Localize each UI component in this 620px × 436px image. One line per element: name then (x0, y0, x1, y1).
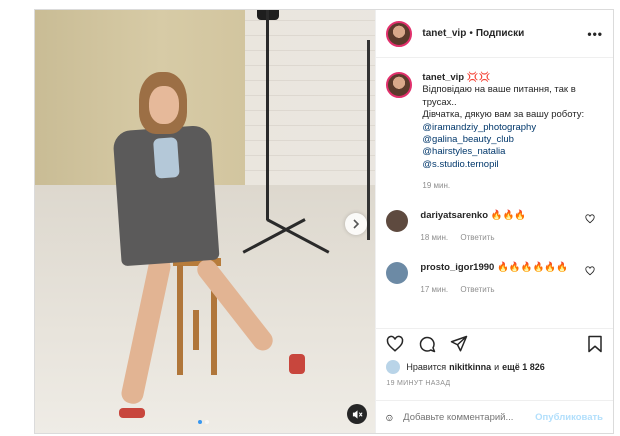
caption-username[interactable]: tanet_vip (422, 72, 464, 83)
post-sidebar: tanet_vip • Подписки ••• tanet_vip 💢💢 Ві… (375, 10, 613, 433)
liker-avatar[interactable] (386, 360, 401, 374)
comment-text: 🔥🔥🔥 (490, 210, 527, 222)
commenter-avatar[interactable] (386, 262, 409, 285)
caption-mention[interactable]: @galina_beauty_club (422, 134, 603, 146)
header-separator: • (469, 28, 473, 39)
sound-toggle-button[interactable] (347, 404, 367, 424)
stool-leg (177, 265, 183, 375)
carousel-dots (198, 420, 209, 424)
heart-icon[interactable] (386, 335, 404, 353)
action-bar (376, 328, 613, 358)
reply-button[interactable]: Ответить (460, 233, 494, 242)
comment-text: 🔥🔥🔥🔥🔥🔥 (496, 262, 568, 274)
photo-brick-wall (245, 10, 376, 185)
reply-button[interactable]: Ответить (460, 285, 494, 294)
model-shoe (289, 354, 305, 374)
share-icon[interactable] (450, 335, 468, 353)
comment-body: dariyatsarenko 🔥🔥🔥 18 мин. Ответить (420, 210, 526, 242)
likes-prefix: Нравится (406, 362, 447, 372)
caption-mention[interactable]: @s.studio.ternopil (422, 159, 603, 171)
carousel-dot (205, 420, 209, 424)
likes-summary: Нравится nikitkinna и ещё 1 826 (386, 360, 547, 374)
post-caption: tanet_vip 💢💢 Відповідаю на ваше питання,… (386, 72, 603, 171)
caption-avatar[interactable] (386, 72, 413, 98)
author-username[interactable]: tanet_vip (422, 28, 466, 39)
sound-off-icon (352, 409, 363, 419)
comment-meta: 18 мин. Ответить (420, 233, 526, 242)
comment-time: 17 мин. (420, 285, 449, 295)
commenter-username[interactable]: dariyatsarenko (420, 210, 488, 221)
caption-line: Відповідаю на ваше питання, так в трусах… (422, 84, 576, 108)
comment-time: 18 мин. (420, 233, 449, 243)
more-options-icon[interactable]: ••• (587, 27, 603, 41)
model-face (149, 86, 179, 124)
author-avatar[interactable] (386, 20, 413, 47)
light-stand-2 (367, 40, 370, 240)
emoji-icon[interactable] (386, 410, 393, 426)
light-stand (266, 10, 269, 220)
comment-item: dariyatsarenko 🔥🔥🔥 18 мин. Ответить (386, 210, 603, 242)
caption-mention[interactable]: @hairstyles_natalia (422, 146, 603, 158)
heart-icon[interactable] (585, 266, 595, 276)
comment-meta: 17 мин. Ответить (420, 285, 568, 294)
comment-input[interactable] (403, 412, 536, 423)
caption-mention[interactable]: @iramandziy_photography (422, 122, 603, 134)
chevron-right-icon (353, 219, 360, 229)
following-button[interactable]: Подписки (476, 28, 524, 39)
comment-body: prosto_igor1990 🔥🔥🔥🔥🔥🔥 17 мин. Ответить (420, 262, 568, 294)
comment-item: prosto_igor1990 🔥🔥🔥🔥🔥🔥 17 мин. Ответить (386, 262, 603, 294)
commenter-avatar[interactable] (386, 210, 409, 233)
caption-line: Дівчатка, дякую вам за вашу роботу: (422, 109, 585, 121)
post-header: tanet_vip • Подписки ••• (376, 10, 613, 58)
heart-icon[interactable] (585, 214, 595, 224)
liker-username[interactable]: nikitkinna (449, 362, 491, 372)
comment-icon[interactable] (418, 335, 436, 353)
comments-list[interactable]: tanet_vip 💢💢 Відповідаю на ваше питання,… (376, 58, 613, 323)
next-slide-button[interactable] (345, 213, 367, 235)
model-shoe (119, 408, 145, 418)
instagram-post: tanet_vip • Подписки ••• tanet_vip 💢💢 Ві… (34, 9, 614, 434)
carousel-dot (198, 420, 202, 424)
commenter-username[interactable]: prosto_igor1990 (420, 262, 494, 273)
post-photo[interactable] (35, 10, 376, 433)
stool-leg (193, 310, 199, 350)
bookmark-icon[interactable] (587, 335, 603, 353)
likes-count[interactable]: ещё 1 826 (502, 362, 545, 372)
publish-button[interactable]: Опубликовать (535, 412, 603, 423)
likes-and: и (494, 362, 500, 372)
caption-text: tanet_vip 💢💢 Відповідаю на ваше питання,… (422, 72, 603, 171)
add-comment-bar: Опубликовать (376, 400, 613, 434)
caption-emoji: 💢💢 (466, 72, 491, 83)
post-time-ago[interactable]: 19 МИНУТ НАЗАД (386, 380, 450, 387)
caption-time: 19 мин. (422, 181, 451, 191)
model-jacket (112, 124, 220, 267)
